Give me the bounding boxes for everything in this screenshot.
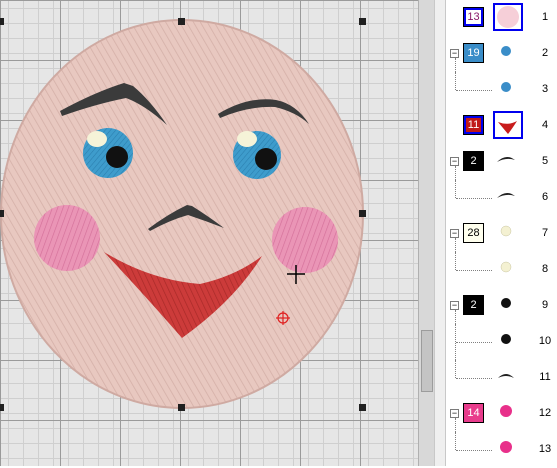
object-thumbnail[interactable] (493, 255, 523, 283)
tree-line (455, 252, 456, 270)
dot-cream-icon (500, 261, 512, 273)
sequence-number: 9 (541, 299, 549, 311)
sequence-row[interactable]: 6 (446, 180, 557, 216)
thread-color-swatch[interactable]: 2 (463, 295, 484, 315)
thread-color-swatch[interactable]: 28 (463, 223, 484, 243)
sequence-row[interactable]: 10 (446, 324, 557, 360)
collapse-toggle[interactable]: − (450, 229, 459, 238)
circle-pink-icon (497, 6, 519, 28)
object-thumbnail[interactable] (493, 327, 523, 355)
embroidery-design (0, 18, 366, 411)
right-cheek (272, 207, 338, 273)
sequence-row[interactable]: 3 (446, 72, 557, 108)
thread-color-swatch[interactable]: 14 (463, 403, 484, 423)
sequence-row[interactable]: −19 2 (446, 36, 557, 72)
dot-blue-icon (501, 82, 511, 92)
sequence-number: 13 (538, 443, 552, 455)
sequence-number: 10 (538, 335, 552, 347)
dot-black-icon (501, 334, 511, 344)
left-cheek (34, 205, 100, 271)
tree-line (456, 198, 492, 199)
sequence-row[interactable]: 8 (446, 252, 557, 288)
dot-black-icon (501, 298, 511, 308)
left-eye-highlight (87, 131, 107, 147)
thread-color-swatch[interactable]: 13 (463, 7, 484, 27)
nose-icon (498, 374, 514, 378)
tree-line (455, 360, 456, 378)
sequence-number: 11 (539, 371, 551, 383)
sequence-row[interactable]: −14 12 (446, 396, 557, 432)
sequence-row[interactable]: −28 7 (446, 216, 557, 252)
object-thumbnail[interactable] (493, 363, 523, 391)
dot-cream-icon (500, 225, 512, 237)
sequence-row[interactable]: −2 9 (446, 288, 557, 324)
tree-line (456, 450, 492, 451)
tree-line (455, 418, 456, 432)
tree-line (455, 72, 456, 90)
tree-line (455, 432, 456, 450)
sequence-number: 5 (541, 155, 549, 167)
sequence-row[interactable]: 11 (446, 360, 557, 396)
sequence-number: 12 (538, 407, 552, 419)
object-thumbnail[interactable] (493, 111, 523, 139)
sequence-row[interactable]: 13 (446, 432, 557, 468)
tree-line (455, 166, 456, 180)
sequence-number: 7 (541, 227, 549, 239)
sequence-number: 2 (541, 47, 549, 59)
sequence-number: 4 (541, 119, 549, 131)
object-thumbnail[interactable] (493, 39, 523, 67)
object-thumbnail[interactable] (493, 75, 523, 103)
tree-line (456, 90, 492, 91)
sequence-number: 8 (541, 263, 549, 275)
object-thumbnail[interactable] (493, 435, 523, 463)
thread-color-swatch[interactable]: 11 (463, 115, 484, 135)
sequence-row[interactable]: −2 5 (446, 144, 557, 180)
right-eye-pupil (255, 148, 277, 170)
left-eye-pupil (106, 146, 128, 168)
tree-line (456, 378, 492, 379)
sequence-row[interactable]: 11 4 (446, 108, 557, 144)
eyebrow-icon (497, 156, 515, 162)
dot-pink-icon (500, 405, 512, 417)
design-canvas[interactable] (0, 0, 418, 466)
tree-line (455, 238, 456, 252)
sequence-number: 6 (541, 191, 549, 203)
thread-color-swatch[interactable]: 2 (463, 151, 484, 171)
dot-blue-icon (501, 46, 511, 56)
tree-line (456, 270, 492, 271)
color-sequence-panel: 13 1−19 2 3 11 4−2 5 6−28 7 8−2 9 10 11−14 12 13 (446, 0, 557, 466)
collapse-toggle[interactable]: − (450, 409, 459, 418)
panel-splitter[interactable] (434, 0, 446, 466)
scrollbar-thumb[interactable] (421, 330, 433, 392)
mouth-red-icon (498, 121, 517, 134)
tree-line (456, 342, 492, 343)
dot-pink-icon (500, 441, 512, 453)
object-thumbnail[interactable] (493, 291, 523, 319)
tree-line (455, 180, 456, 198)
object-thumbnail[interactable] (493, 219, 523, 247)
object-thumbnail[interactable] (493, 3, 523, 31)
eyebrow-icon (497, 192, 515, 198)
vertical-scrollbar[interactable] (418, 0, 434, 466)
collapse-toggle[interactable]: − (450, 157, 459, 166)
sequence-number: 1 (541, 11, 549, 23)
object-thumbnail[interactable] (493, 183, 523, 211)
sequence-number: 3 (541, 83, 549, 95)
right-eye-highlight (237, 131, 257, 147)
object-thumbnail[interactable] (493, 147, 523, 175)
tree-line (455, 310, 456, 324)
thread-color-swatch[interactable]: 19 (463, 43, 484, 63)
collapse-toggle[interactable]: − (450, 301, 459, 310)
collapse-toggle[interactable]: − (450, 49, 459, 58)
object-thumbnail[interactable] (493, 399, 523, 427)
tree-line (455, 58, 456, 72)
sequence-row[interactable]: 13 1 (446, 0, 557, 36)
